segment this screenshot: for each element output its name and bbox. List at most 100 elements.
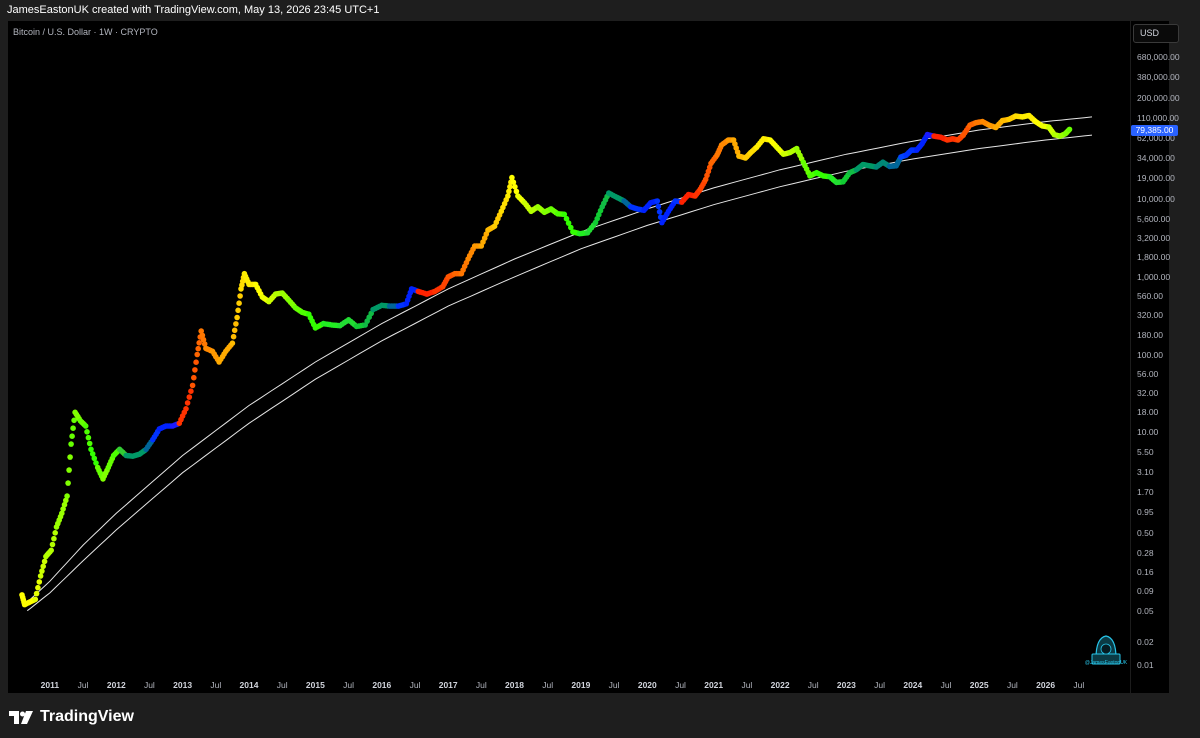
x-tick-label: Jul <box>741 680 753 690</box>
y-tick-label: 0.95 <box>1137 506 1154 517</box>
x-tick-label: 2012 <box>106 680 126 690</box>
price-point <box>82 423 89 429</box>
x-tick-label: 2025 <box>969 680 989 690</box>
price-point <box>35 584 41 591</box>
y-tick-label: 380,000.00 <box>1137 71 1180 82</box>
price-point <box>192 367 198 373</box>
x-tick-label: Jul <box>475 680 487 690</box>
price-point <box>193 359 199 366</box>
y-tick-label: 0.50 <box>1137 528 1154 539</box>
brand-footer[interactable]: TradingView <box>8 707 134 727</box>
price-point <box>84 429 90 435</box>
y-tick-label: 5.50 <box>1137 447 1154 458</box>
price-point <box>230 333 237 340</box>
x-tick-label: 2014 <box>239 680 259 690</box>
x-tick-label: Jul <box>542 680 554 690</box>
y-tick-label: 1.70 <box>1137 486 1154 497</box>
y-tick-label: 56.00 <box>1137 369 1159 379</box>
price-point <box>66 467 72 473</box>
price-point <box>237 293 243 299</box>
price-point <box>656 209 663 215</box>
price-point <box>195 345 201 352</box>
y-tick-label: 3,200.00 <box>1137 232 1171 243</box>
tradingview-logo-icon <box>9 711 33 724</box>
x-tick-label: 2023 <box>836 680 856 690</box>
y-tick-label: 200,000.00 <box>1137 93 1180 104</box>
x-tick-label: 2018 <box>505 680 524 690</box>
x-tick-label: Jul <box>409 680 421 690</box>
brand-name: TradingView <box>40 708 134 725</box>
x-tick-label: Jul <box>940 680 952 690</box>
y-tick-label: 10,000.00 <box>1137 194 1175 205</box>
y-tick-label: 3.10 <box>1137 466 1154 477</box>
x-tick-label: Jul <box>874 680 886 690</box>
price-point <box>40 563 46 570</box>
y-tick-label: 1,800.00 <box>1137 252 1171 263</box>
x-tick-label: Jul <box>210 680 222 690</box>
y-tick-label: 34,000.00 <box>1137 153 1175 163</box>
x-tick-label: 2017 <box>438 680 458 690</box>
x-tick-label: Jul <box>276 680 288 690</box>
price-point <box>32 596 39 603</box>
y-tick-label: 0.09 <box>1137 585 1154 596</box>
price-point <box>70 425 76 432</box>
x-tick-label: 2019 <box>571 680 591 690</box>
x-tick-label: Jul <box>343 680 355 690</box>
y-tick-label: 320.00 <box>1137 310 1163 321</box>
x-tick-label: Jul <box>1006 680 1018 690</box>
price-point <box>229 340 236 347</box>
y-tick-label: 100.00 <box>1137 349 1163 360</box>
y-tick-label: 0.05 <box>1137 605 1154 616</box>
price-point <box>506 188 512 195</box>
y-tick-label: 560.00 <box>1137 291 1163 302</box>
price-point <box>33 590 40 597</box>
x-tick-label: 2011 <box>40 680 60 690</box>
x-tick-label: 2024 <box>903 680 923 690</box>
price-point <box>37 573 44 579</box>
y-tick-label: 0.16 <box>1137 566 1154 577</box>
x-tick-label: Jul <box>143 680 155 690</box>
price-point <box>189 382 196 389</box>
price-point <box>191 374 197 381</box>
x-tick-label: Jul <box>77 680 89 690</box>
price-point <box>39 568 45 574</box>
price-point <box>51 535 57 542</box>
price-point <box>184 400 191 406</box>
price-point <box>67 454 73 460</box>
x-tick-label: Jul <box>1073 680 1085 690</box>
price-point <box>36 579 43 585</box>
x-tick-label: Jul <box>675 680 686 690</box>
price-point <box>231 327 238 334</box>
price-point <box>49 541 56 548</box>
price-point <box>234 314 240 321</box>
price-point <box>85 434 92 441</box>
price-point <box>235 307 241 314</box>
y-tick-label: 19,000.00 <box>1137 172 1175 183</box>
band-line-2 <box>26 134 1093 612</box>
price-plot <box>19 112 1093 612</box>
watermark-handle: @JamesEastonUK <box>1084 660 1128 666</box>
price-point <box>65 480 71 486</box>
x-tick-label: 2013 <box>173 680 193 690</box>
y-tick-label: 680,000.00 <box>1137 52 1180 62</box>
band-line-1 <box>24 116 1093 605</box>
y-tick-label: 180.00 <box>1137 329 1163 340</box>
x-tick-label: 2016 <box>372 680 392 690</box>
last-price-tag: 79,385.00 <box>1131 125 1178 136</box>
x-tick-label: 2021 <box>704 680 724 690</box>
x-tick-label: 2015 <box>305 680 325 690</box>
x-tick-label: Jul <box>608 680 620 690</box>
price-point <box>68 441 74 447</box>
y-tick-label: 1,000.00 <box>1137 271 1171 282</box>
price-point <box>186 394 193 400</box>
price-point <box>654 198 661 204</box>
price-point <box>233 321 239 327</box>
x-tick-label: 2026 <box>1036 680 1056 690</box>
y-tick-label: 32.00 <box>1137 387 1159 398</box>
price-point <box>236 300 242 307</box>
price-point <box>86 440 93 447</box>
y-tick-label: 0.02 <box>1137 636 1154 647</box>
x-tick-label: Jul <box>807 680 819 690</box>
y-tick-label: 18.00 <box>1137 407 1159 418</box>
y-tick-label: 0.28 <box>1137 547 1154 558</box>
